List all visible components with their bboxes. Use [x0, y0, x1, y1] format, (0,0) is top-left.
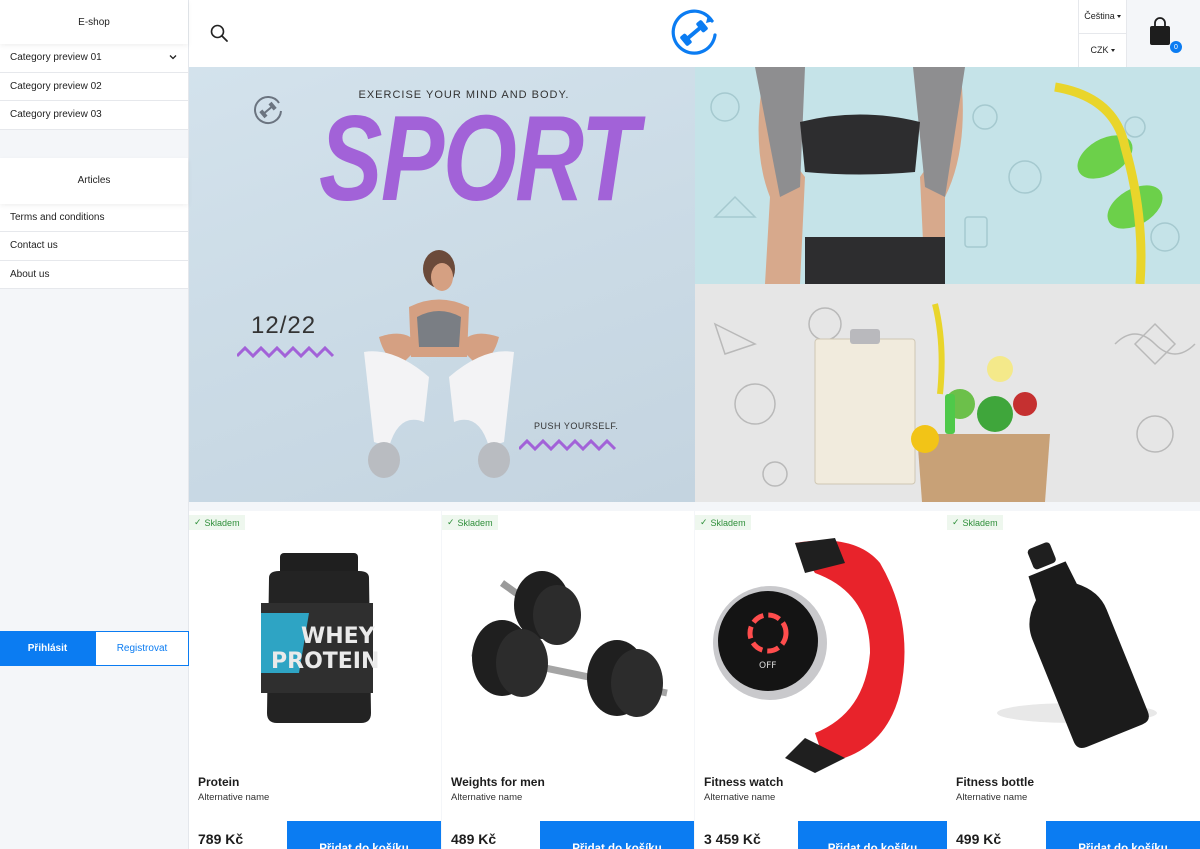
locale-selector: Čeština CZK: [1078, 0, 1127, 67]
banner-headline: SPORT: [319, 90, 639, 226]
product-name[interactable]: Fitness bottle: [956, 775, 1034, 789]
sidebar-item-contact[interactable]: Contact us: [0, 232, 188, 261]
svg-text:WHEY: WHEY: [301, 624, 376, 649]
add-to-cart-button[interactable]: Přidat do košíku: [798, 821, 947, 849]
product-name[interactable]: Weights for men: [451, 775, 545, 789]
auth-buttons: Přihlásit Registrovat: [0, 631, 189, 666]
product-alt-name: Alternative name: [704, 792, 776, 803]
language-value: Čeština: [1084, 11, 1115, 22]
product-image-weights: [471, 571, 668, 717]
sidebar-item-category-01[interactable]: Category preview 01: [0, 44, 188, 73]
caret-down-icon: [1116, 14, 1121, 18]
top-header: Čeština CZK 0: [189, 0, 1200, 67]
product-alt-name: Alternative name: [956, 792, 1028, 803]
sidebar-item-label: Category preview 02: [10, 80, 102, 92]
check-icon: ✓: [194, 517, 202, 527]
svg-text:PROTEIN: PROTEIN: [271, 649, 379, 674]
stock-label: Skladem: [457, 517, 493, 528]
login-button[interactable]: Přihlásit: [0, 631, 95, 666]
banner-date: 12/22: [251, 312, 317, 339]
sidebar-item-category-02[interactable]: Category preview 02: [0, 72, 188, 101]
product-name[interactable]: Protein: [198, 775, 239, 789]
sidebar-item-label: Category preview 03: [10, 109, 102, 121]
check-icon: ✓: [447, 517, 455, 527]
sidebar-item-terms[interactable]: Terms and conditions: [0, 203, 188, 232]
sidebar-item-about[interactable]: About us: [0, 260, 188, 289]
product-price: 789 Kč: [198, 831, 244, 847]
zigzag-decoration: [237, 346, 335, 358]
nutrition-doodle-image: [713, 303, 1196, 502]
stock-label: Skladem: [204, 517, 240, 528]
shopping-bag-icon: [1150, 17, 1170, 45]
product-image-watch: OFF: [713, 538, 905, 773]
product-price: 489 Kč: [451, 831, 497, 847]
product-image-bottle: [997, 542, 1157, 749]
product-image-protein: WHEY PROTEIN: [261, 553, 379, 723]
add-to-cart-button[interactable]: Přidat do košíku: [540, 821, 694, 849]
fitness-doodle-image: [710, 67, 1180, 284]
cart-count-badge: 0: [1170, 41, 1182, 53]
product-card-weights[interactable]: ✓ Skladem Weights for men Alternative nam…: [442, 511, 694, 849]
product-card-bottle[interactable]: ✓ Skladem Fitness bottle Alternative name…: [947, 511, 1200, 849]
product-alt-name: Alternative name: [198, 792, 270, 803]
stock-label: Skladem: [710, 517, 746, 528]
product-alt-name: Alternative name: [451, 792, 523, 803]
product-price: 3 459 Kč: [704, 831, 761, 847]
check-icon: ✓: [700, 517, 708, 527]
banner-push-text: PUSH YOURSELF.: [534, 421, 619, 431]
search-icon[interactable]: [209, 23, 229, 43]
nutrition-banner[interactable]: [695, 284, 1200, 502]
sidebar-item-category-03[interactable]: Category preview 03: [0, 101, 188, 130]
sidebar: E-shop Category preview 01 Category prev…: [0, 0, 189, 849]
hero-banner[interactable]: EXERCISE YOUR MIND AND BODY. SPORT 12/22…: [189, 67, 695, 502]
sidebar-item-label: About us: [10, 268, 50, 280]
logo-icon[interactable]: [668, 7, 720, 59]
stock-badge: ✓ Skladem: [947, 515, 1003, 530]
fitness-banner[interactable]: [695, 67, 1200, 284]
cart-button[interactable]: 0: [1127, 0, 1200, 67]
stock-badge: ✓ Skladem: [442, 515, 498, 530]
svg-text:OFF: OFF: [759, 661, 776, 671]
currency-value: CZK: [1090, 45, 1109, 56]
add-to-cart-button[interactable]: Přidat do košíku: [1046, 821, 1200, 849]
check-icon: ✓: [952, 517, 960, 527]
currency-select[interactable]: CZK: [1079, 34, 1126, 68]
product-price: 499 Kč: [956, 831, 1002, 847]
stock-badge: ✓ Skladem: [189, 515, 245, 530]
chevron-down-icon[interactable]: [168, 52, 178, 62]
sidebar-item-label: Category preview 01: [10, 52, 102, 64]
stock-label: Skladem: [962, 517, 998, 528]
product-card-protein[interactable]: ✓ Skladem WHEY PROTEIN Protein Alternativ…: [189, 511, 441, 849]
product-name[interactable]: Fitness watch: [704, 775, 783, 789]
register-button[interactable]: Registrovat: [95, 631, 189, 666]
language-select[interactable]: Čeština: [1079, 0, 1126, 34]
caret-down-icon: [1110, 48, 1115, 52]
athlete-image: [364, 250, 514, 478]
add-to-cart-button[interactable]: Přidat do košíku: [287, 821, 441, 849]
stock-badge: ✓ Skladem: [695, 515, 751, 530]
sidebar-item-label: Terms and conditions: [10, 211, 105, 223]
eshop-title: E-shop: [0, 0, 188, 44]
articles-title: Articles: [0, 157, 188, 204]
product-card-watch[interactable]: ✓ Skladem OFF Fitness watch Alternative n…: [695, 511, 947, 849]
sidebar-item-label: Contact us: [10, 240, 58, 252]
